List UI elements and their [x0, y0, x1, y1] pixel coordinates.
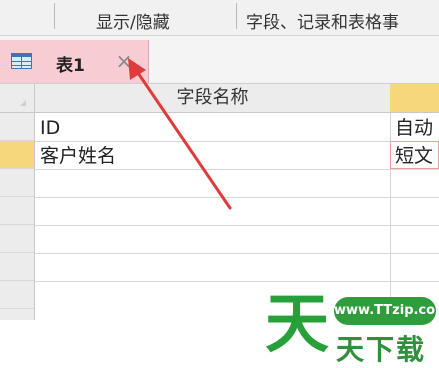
row-selector[interactable] [0, 113, 34, 141]
row-selector[interactable] [0, 281, 34, 309]
row-selector-column [0, 84, 35, 320]
active-cell-outline [390, 141, 439, 169]
row-divider [35, 225, 439, 226]
ribbon-separator [54, 3, 55, 29]
watermark-subtitle: 天下载 [336, 333, 427, 366]
document-tab-label: 表1 [56, 56, 85, 76]
table-design-grid: 字段名称 ID 自动 客户姓名 短文 [0, 84, 439, 320]
watermark-url-badge: www.TTzip.com [334, 297, 439, 325]
row-divider [35, 281, 439, 282]
column-header-row: 字段名称 [35, 84, 439, 113]
field-name-cell[interactable]: 客户姓名 [40, 141, 385, 169]
column-header-field-name[interactable]: 字段名称 [35, 84, 390, 112]
data-type-cell[interactable]: 自动 [395, 113, 439, 141]
select-all-corner[interactable] [0, 84, 35, 113]
row-selector[interactable] [0, 225, 34, 253]
close-icon[interactable]: × [114, 48, 134, 74]
field-name-cell[interactable]: ID [40, 113, 385, 141]
row-divider [35, 169, 439, 170]
row-selector[interactable] [0, 197, 34, 225]
ribbon-group-field-record-table[interactable]: 字段、记录和表格事 [246, 8, 399, 33]
row-selector[interactable] [0, 253, 34, 281]
document-tab-bar: 表1 × [0, 36, 439, 84]
row-selector-active[interactable] [0, 141, 34, 169]
document-tab-table1[interactable]: 表1 × [0, 40, 149, 83]
ribbon-group-show-hide[interactable]: 显示/隐藏 [96, 8, 170, 33]
table-icon [11, 53, 32, 69]
column-header-data-type[interactable] [390, 84, 439, 112]
ribbon: 显示/隐藏 字段、记录和表格事 [0, 0, 439, 36]
row-divider [35, 197, 439, 198]
watermark-logo-char: 天 [265, 288, 329, 362]
row-divider [35, 253, 439, 254]
ribbon-separator [236, 3, 237, 29]
row-selector[interactable] [0, 169, 34, 197]
